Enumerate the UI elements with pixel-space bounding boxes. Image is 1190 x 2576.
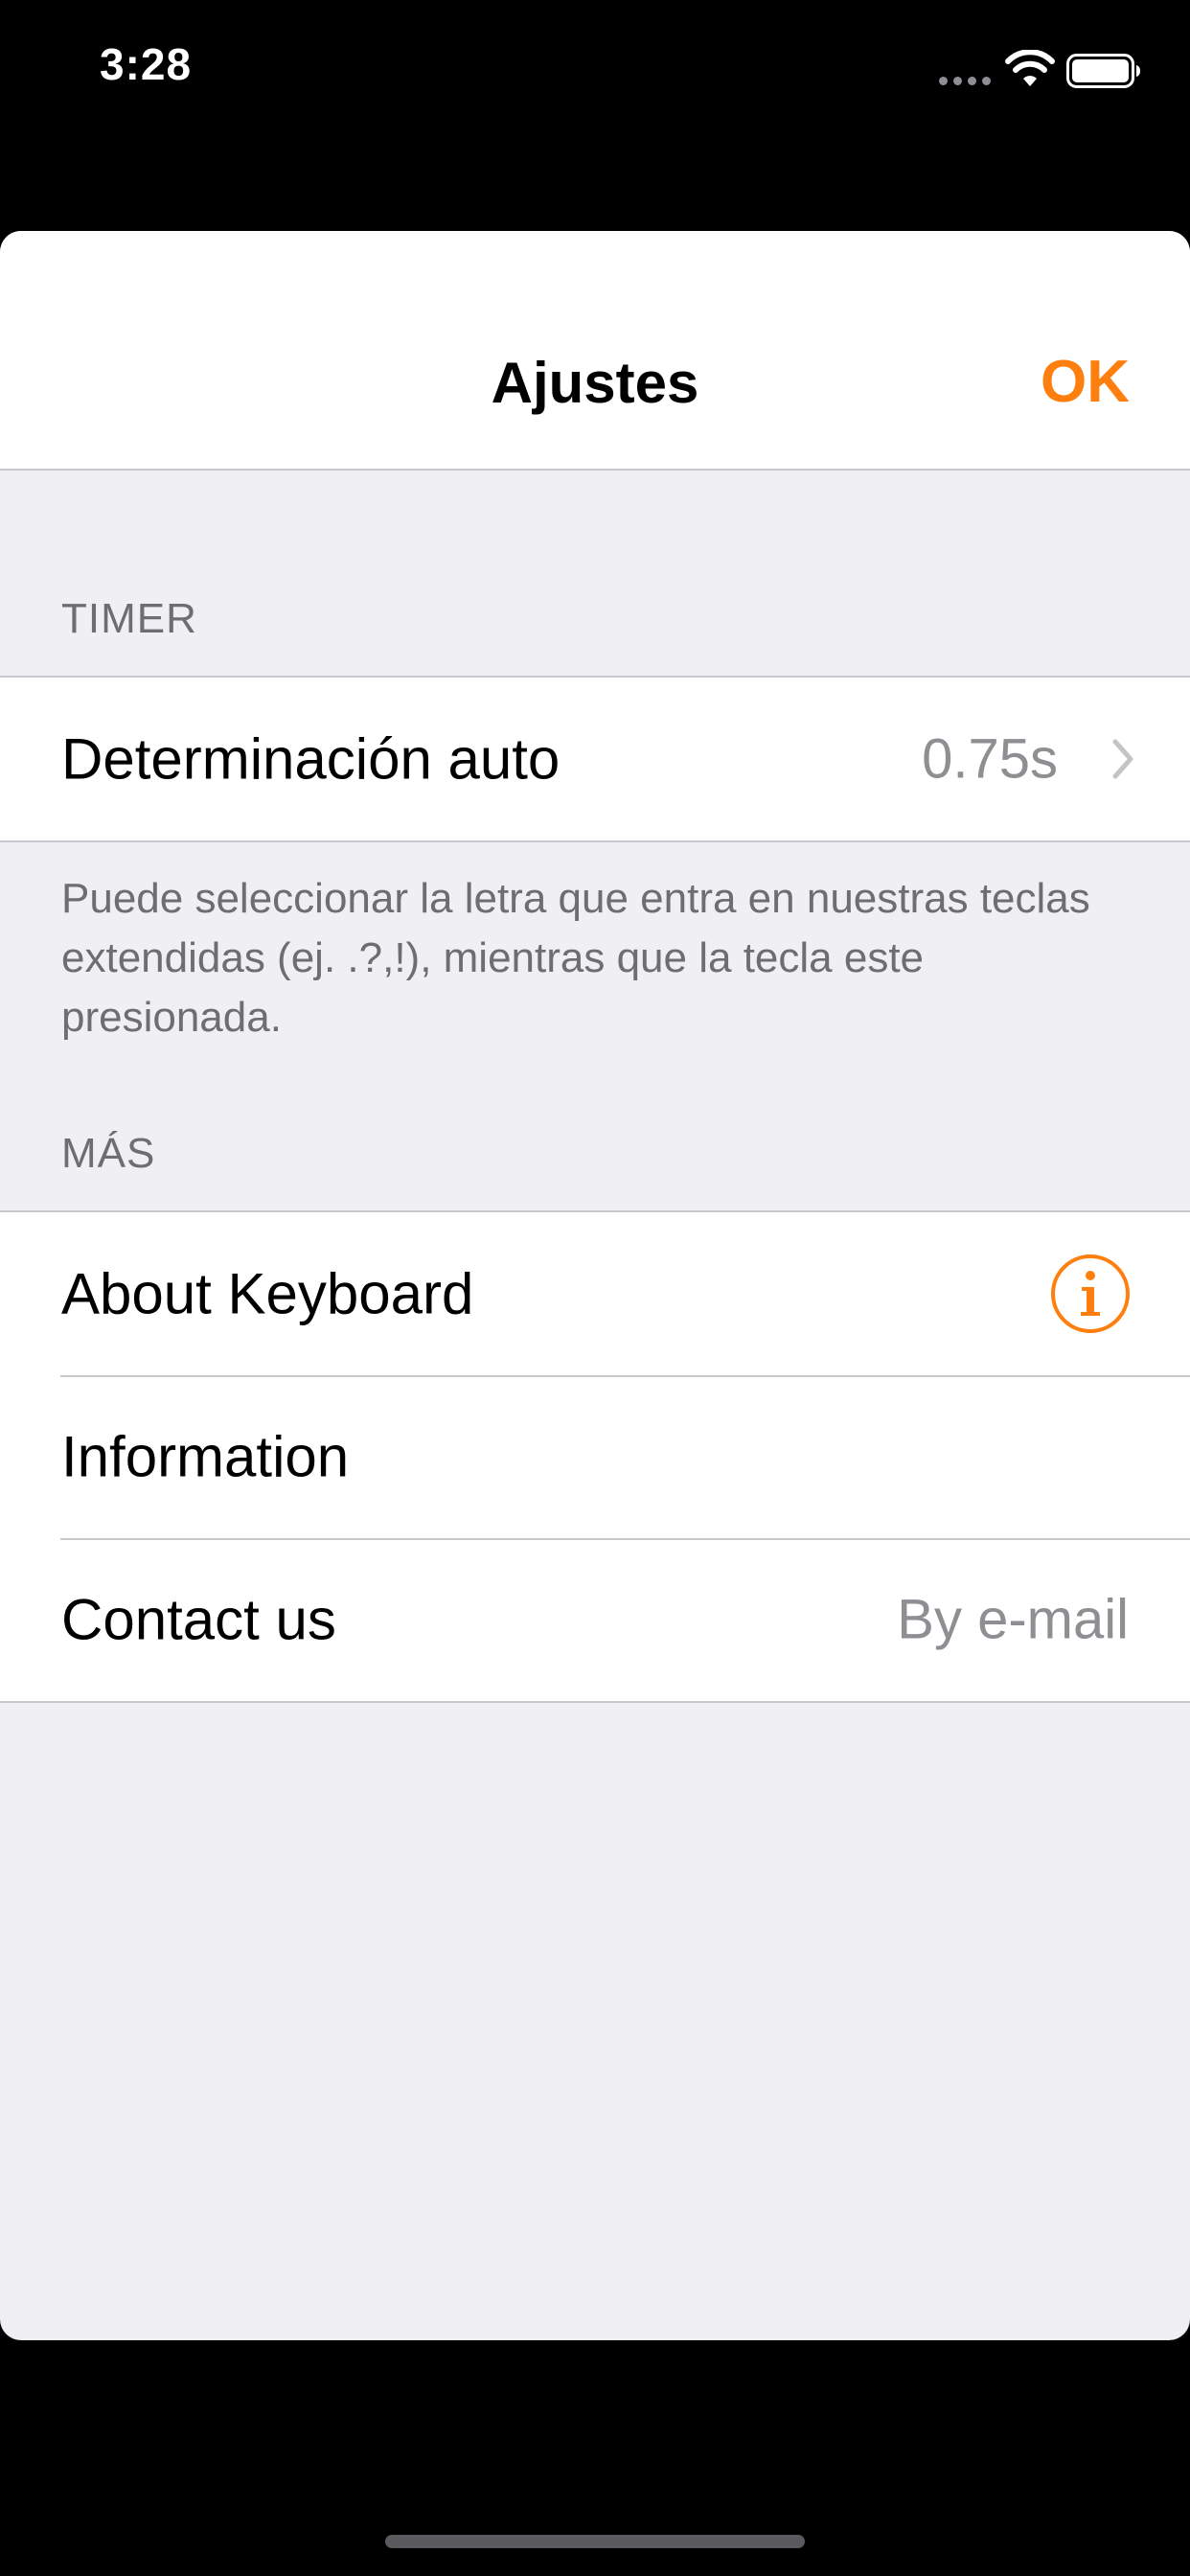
chevron-right-icon — [1112, 739, 1133, 779]
row-label: About Keyboard — [61, 1261, 474, 1326]
cellular-signal-icon — [939, 77, 993, 86]
row-about-keyboard[interactable]: About Keyboard — [0, 1212, 1190, 1375]
section-footer-timer: Puede seleccionar la letra que entra en … — [61, 875, 1090, 1041]
row-label: Contact us — [61, 1587, 336, 1652]
row-auto-determination[interactable]: Determinación auto 0.75s — [0, 678, 1190, 840]
row-label: Information — [61, 1424, 350, 1489]
section-header-more: MÁS — [61, 1130, 156, 1177]
home-indicator[interactable] — [385, 2535, 805, 2548]
row-value: 0.75s — [922, 727, 1058, 791]
status-bar: 3:28 — [0, 0, 1190, 144]
status-time: 3:28 — [100, 39, 193, 89]
wifi-icon — [1005, 50, 1055, 86]
row-label: Determinación auto — [61, 726, 561, 792]
row-contact-us[interactable]: Contact us By e-mail — [0, 1538, 1190, 1701]
navigation-bar: Ajustes OK — [0, 231, 1190, 471]
battery-icon — [1066, 54, 1140, 88]
more-group: About Keyboard Information Contact us By… — [0, 1210, 1190, 1703]
settings-sheet: Ajustes OK TIMER Determinación auto 0.75… — [0, 231, 1190, 2340]
ok-button[interactable]: OK — [1041, 348, 1130, 416]
page-title: Ajustes — [491, 351, 699, 415]
row-information[interactable]: Information — [0, 1375, 1190, 1538]
section-header-timer: TIMER — [61, 595, 197, 642]
row-value: By e-mail — [897, 1588, 1129, 1651]
info-icon[interactable] — [1050, 1254, 1131, 1334]
timer-group: Determinación auto 0.75s — [0, 676, 1190, 842]
